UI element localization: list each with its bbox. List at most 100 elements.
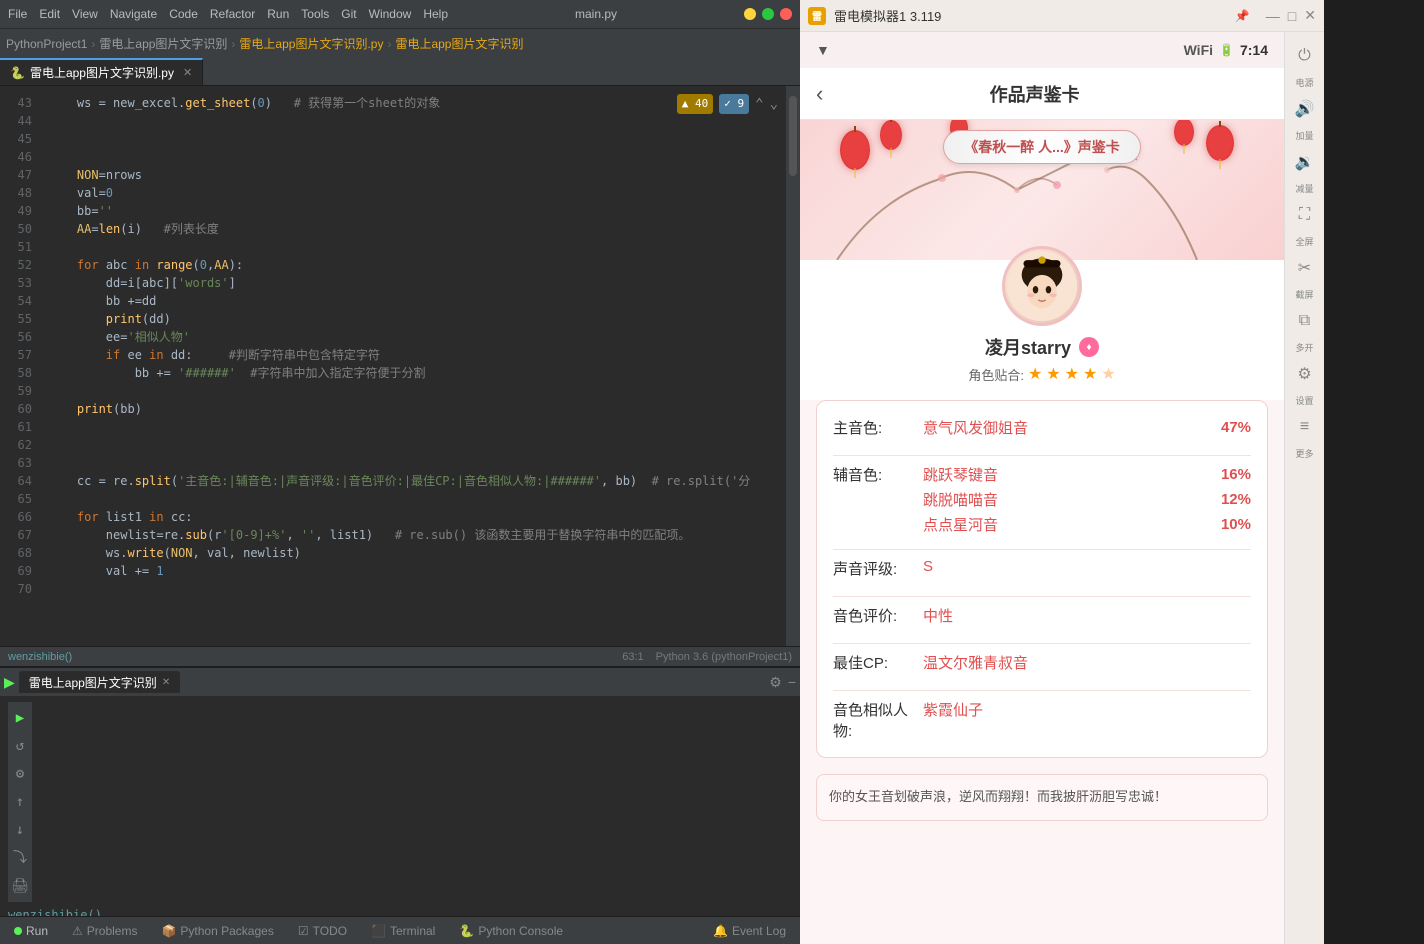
problems-status-item[interactable]: ⚠ Problems: [66, 922, 143, 940]
menu-edit[interactable]: Edit: [39, 7, 60, 21]
emu-volume-up-button[interactable]: 🔊: [1289, 93, 1321, 125]
phone-content[interactable]: 《春秋一醉 人...》声鉴卡: [800, 120, 1284, 944]
tab-bar: 🐍 雷电上app图片文字识别.py ✕: [0, 58, 800, 86]
tab-close-button[interactable]: ✕: [183, 66, 192, 79]
python-packages-status-item[interactable]: 📦 Python Packages: [155, 922, 279, 940]
sub-color-value-0: 跳跃琴键音: [923, 464, 998, 485]
sub-color-percent-0: 16%: [1221, 466, 1251, 483]
terminal-status-item[interactable]: ⬛ Terminal: [365, 922, 441, 940]
run-toolbar: ▶ ↺ ⚙ ↑ ↓ ⤵ 🖨: [8, 702, 792, 902]
warning-count[interactable]: ▲ 40: [677, 94, 714, 114]
scroll-up-button[interactable]: ↑: [8, 790, 32, 814]
run-status-item[interactable]: Run: [8, 922, 54, 940]
maximize-button[interactable]: [762, 8, 774, 20]
emu-maximize-button[interactable]: □: [1288, 8, 1296, 24]
scroll-thumb[interactable]: [789, 96, 797, 176]
settings-button[interactable]: ⚙: [8, 762, 32, 786]
run-again-button[interactable]: ▶: [8, 706, 32, 730]
terminal-icon: ⬛: [371, 924, 386, 938]
tone-eval-value: 中性: [923, 605, 953, 626]
close-button[interactable]: [780, 8, 792, 20]
python-packages-icon: 📦: [161, 924, 176, 938]
emu-screenshot-button[interactable]: ✂: [1289, 252, 1321, 284]
file-tab-active[interactable]: 🐍 雷电上app图片文字识别.py ✕: [0, 58, 203, 85]
event-log-status-item[interactable]: 🔔 Event Log: [707, 922, 792, 940]
menu-help[interactable]: Help: [423, 7, 448, 21]
star-3: ★: [1065, 364, 1079, 384]
banner-area: 《春秋一醉 人...》声鉴卡: [800, 120, 1284, 260]
breadcrumb-file3[interactable]: 雷电上app图片文字识别: [395, 35, 523, 52]
menu-tools[interactable]: Tools: [301, 7, 329, 21]
menu-file[interactable]: File: [8, 7, 27, 21]
divider-4: [833, 643, 1251, 644]
tone-eval-label: 音色评价:: [833, 605, 923, 626]
best-cp-value: 温文尔雅青叔音: [923, 652, 1028, 673]
run-tab-label: 雷电上app图片文字识别: [29, 674, 157, 691]
emulator-pin-button[interactable]: 📌: [1235, 9, 1250, 23]
stars-row: 角色贴合: ★ ★ ★ ★ ★: [968, 364, 1115, 384]
todo-status-item[interactable]: ☑ TODO: [292, 922, 353, 940]
info-count[interactable]: ✓ 9: [719, 94, 749, 114]
tab-label: 雷电上app图片文字识别.py: [30, 64, 174, 81]
menu-window[interactable]: Window: [369, 7, 412, 21]
bottom-minimize-button[interactable]: −: [788, 674, 796, 690]
back-button[interactable]: ‹: [816, 81, 823, 107]
scroll-down-button[interactable]: ↓: [8, 818, 32, 842]
wrap-button[interactable]: ⤵: [8, 846, 32, 870]
emu-minimize-button[interactable]: —: [1266, 8, 1280, 24]
emu-multiopen-button[interactable]: ⧉: [1289, 305, 1321, 337]
python-console-icon: 🐍: [459, 924, 474, 938]
menu-view[interactable]: View: [72, 7, 98, 21]
run-tab[interactable]: 雷电上app图片文字识别 ✕: [19, 671, 180, 693]
main-color-percent: 47%: [1221, 419, 1251, 436]
menu-refactor[interactable]: Refactor: [210, 7, 255, 21]
bottom-settings-button[interactable]: ⚙: [769, 674, 782, 691]
rating-grade-row: 声音评级: S: [833, 558, 1251, 582]
menu-git[interactable]: Git: [341, 7, 356, 21]
emu-settings-button[interactable]: ⚙: [1289, 358, 1321, 390]
star-1: ★: [1028, 364, 1042, 384]
collapse-warnings[interactable]: ⌄: [770, 95, 778, 113]
python-console-status-item[interactable]: 🐍 Python Console: [453, 922, 569, 940]
menu-run[interactable]: Run: [267, 7, 289, 21]
bottom-tab-bar: ▶ 雷电上app图片文字识别 ✕ ⚙ −: [0, 668, 800, 696]
run-tab-close[interactable]: ✕: [162, 677, 170, 688]
sub-color-value-row-0: 跳跃琴键音 16%: [923, 464, 1251, 485]
minimize-button[interactable]: [744, 8, 756, 20]
breadcrumb-sep2: ›: [231, 37, 235, 51]
emu-close-button[interactable]: ✕: [1304, 7, 1316, 24]
emu-more-button[interactable]: ≡: [1289, 411, 1321, 443]
star-4: ★: [1083, 364, 1097, 384]
code-scroll[interactable]: 43 44 45 46 47 48 49 50 51 52 53 54 55 5…: [0, 86, 800, 646]
breadcrumb-file1[interactable]: 雷电上app图片文字识别: [99, 35, 227, 52]
emu-volume-down-button[interactable]: 🔉: [1289, 146, 1321, 178]
star-5: ★: [1101, 364, 1115, 384]
run-icon: ▶: [4, 674, 15, 691]
emu-power-button[interactable]: ⏻: [1289, 40, 1321, 72]
menu-code[interactable]: Code: [169, 7, 198, 21]
breadcrumb-project[interactable]: PythonProject1: [6, 37, 87, 51]
breadcrumb-sep1: ›: [91, 37, 95, 51]
todo-label: TODO: [313, 924, 347, 938]
menu-navigate[interactable]: Navigate: [110, 7, 157, 21]
rerun-button[interactable]: ↺: [8, 734, 32, 758]
code-editor[interactable]: ws = new_excel.get_sheet(0) # 获得第一个sheet…: [40, 86, 786, 646]
battery-icon: 🔋: [1219, 43, 1234, 57]
print-button[interactable]: 🖨: [8, 874, 32, 898]
emu-fullscreen-button[interactable]: ⛶: [1289, 199, 1321, 231]
window-title: main.py: [456, 7, 736, 21]
main-color-row: 主音色: 意气风发御姐音 47%: [833, 417, 1251, 441]
breadcrumb-file2[interactable]: 雷电上app图片文字识别.py: [239, 35, 383, 52]
window-controls: [744, 8, 792, 20]
code-area[interactable]: 43 44 45 46 47 48 49 50 51 52 53 54 55 5…: [0, 86, 800, 666]
expand-warnings[interactable]: ⌃: [755, 95, 763, 113]
main-color-values: 意气风发御姐音 47%: [923, 417, 1251, 438]
phone-scrollable[interactable]: 《春秋一醉 人...》声鉴卡: [800, 120, 1284, 944]
emu-volume-up-label: 加量: [1289, 129, 1321, 142]
phone-clock: 7:14: [1240, 42, 1268, 58]
warning-bar[interactable]: ▲ 40 ✓ 9 ⌃ ⌄: [677, 94, 778, 114]
phone-header: ‹ 作品声鉴卡: [800, 68, 1284, 120]
rating-grade-value: S: [923, 558, 933, 575]
code-scrollbar[interactable]: [786, 86, 800, 646]
function-hint: wenzishibie(): [8, 651, 72, 663]
